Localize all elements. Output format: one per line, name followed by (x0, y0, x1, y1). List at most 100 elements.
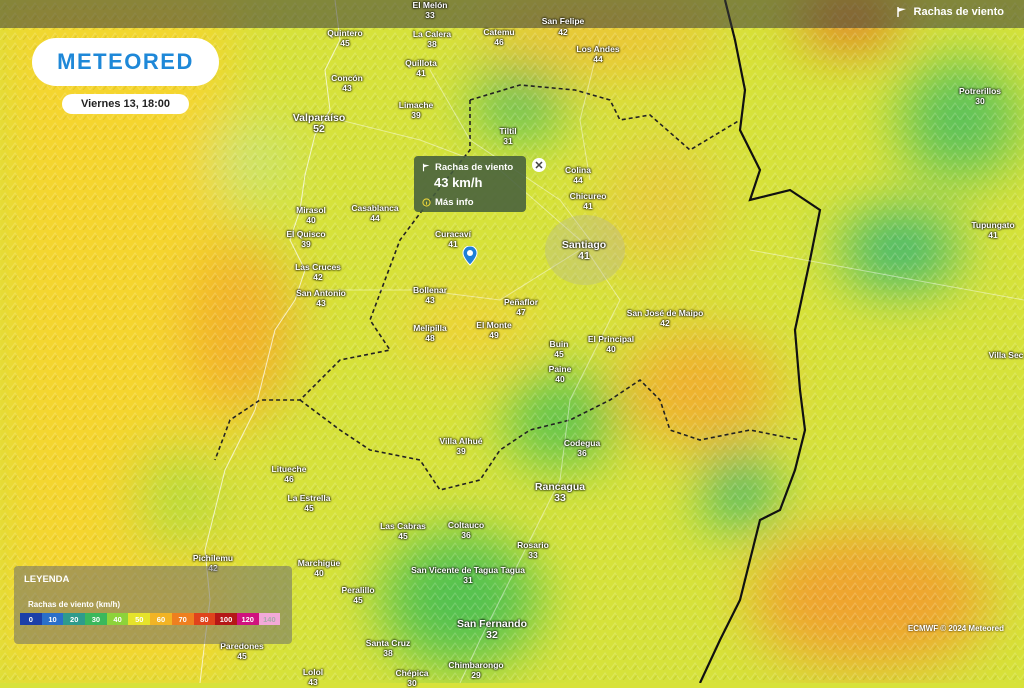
legend-scale-step: 140 (258, 613, 281, 625)
city-name: El Monte (476, 320, 512, 330)
city-name: Quintero (327, 28, 363, 38)
city-label[interactable]: Chépica 30 (395, 668, 428, 688)
city-name: La Calera (412, 29, 452, 39)
city-gust-value: 39 (411, 110, 421, 120)
city-gust-value: 45 (340, 38, 350, 48)
city-label[interactable]: Limache 39 (399, 100, 434, 120)
legend-scale-step: 50 (128, 613, 151, 625)
city-label[interactable]: Bollenar 43 (413, 285, 447, 305)
city-label[interactable]: Peralillo 45 (341, 585, 374, 605)
city-label[interactable]: Tupungato 41 (971, 220, 1014, 240)
city-label[interactable]: Melipilla 48 (413, 323, 447, 343)
city-label[interactable]: Concón 43 (331, 73, 363, 93)
city-label[interactable]: Chicureo 41 (570, 191, 607, 211)
city-label[interactable]: Lolol 43 (303, 667, 323, 687)
city-name: Chépica (395, 668, 429, 678)
city-gust-value: 43 (316, 298, 326, 308)
legend-scale-step: 80 (193, 613, 216, 625)
city-name: Curacaví (435, 229, 471, 239)
city-gust-value: 39 (456, 446, 466, 456)
city-name: Santa Cruz (365, 638, 411, 648)
city-label[interactable]: Las Cabras 45 (380, 521, 426, 541)
legend-color-scale: 0 10 20 30 40 50 60 70 80 100 120 140 (20, 613, 281, 625)
popup-value: 43 km/h (434, 175, 483, 190)
city-label[interactable]: Paredones 45 (220, 641, 263, 661)
city-label[interactable]: El Quisco 39 (286, 229, 325, 249)
city-label[interactable]: El Principal 40 (588, 334, 634, 354)
city-name: Litueche (271, 464, 307, 474)
city-label[interactable]: San Vicente de Tagua Tagua 31 (411, 565, 525, 585)
city-name: Codegua (563, 438, 601, 448)
city-label[interactable]: Catemu 46 (483, 27, 514, 47)
city-name: Marchigüe (297, 558, 341, 568)
layer-selector[interactable]: Rachas de viento (896, 6, 1004, 18)
city-name: Casablanca (351, 203, 399, 213)
city-label[interactable]: Potrerillos 30 (959, 86, 1001, 106)
city-name: Lolol (302, 667, 324, 677)
city-label[interactable]: La Estrella 45 (288, 493, 331, 513)
city-label[interactable]: Santiago 41 (562, 240, 606, 262)
city-label[interactable]: Villa Sec (989, 350, 1024, 360)
city-label[interactable]: Quintero 45 (327, 28, 362, 48)
city-label[interactable]: Buin 45 (550, 339, 569, 359)
city-label[interactable]: Quillota 41 (405, 58, 437, 78)
city-label[interactable]: 42 (558, 27, 567, 37)
city-label[interactable]: Las Cruces 42 (295, 262, 341, 282)
city-gust-value: 46 (494, 37, 504, 47)
city-label[interactable]: Casablanca 44 (351, 203, 398, 223)
info-icon (422, 198, 431, 207)
city-label[interactable]: Codegua 36 (564, 438, 600, 458)
city-gust-value: 30 (407, 678, 417, 688)
city-gust-value: 40 (606, 344, 616, 354)
city-name: Bollenar (412, 285, 448, 295)
city-name: Mirasol (296, 205, 326, 215)
city-name: Peralillo (341, 585, 375, 595)
legend-title: LEYENDA (24, 574, 70, 585)
city-label[interactable]: El Monte 49 (476, 320, 511, 340)
legend-scale-step: 40 (106, 613, 129, 625)
city-label[interactable]: Los Andes 44 (576, 44, 619, 64)
legend-scale-step: 60 (150, 613, 172, 625)
city-label[interactable]: San Antonio 43 (296, 288, 346, 308)
city-name: Quillota (405, 58, 437, 68)
city-label[interactable]: La Calera 38 (413, 29, 451, 49)
legend-panel: LEYENDA Rachas de viento (km/h) 0 10 20 30 4… (14, 566, 292, 644)
location-marker-icon[interactable] (462, 246, 478, 266)
legend-scale-step: 120 (236, 613, 259, 625)
city-gust-value: 40 (555, 374, 565, 384)
city-label[interactable]: Colina 44 (565, 165, 591, 185)
city-label[interactable]: Chimbarongo 29 (448, 660, 503, 680)
city-label[interactable]: Tiltil 31 (499, 126, 516, 146)
city-label[interactable]: Villa Alhué 39 (440, 436, 483, 456)
city-label[interactable]: Peñaflor 47 (504, 297, 538, 317)
city-label[interactable]: Rosario 33 (517, 540, 549, 560)
legend-scale-step: 10 (41, 613, 64, 625)
city-gust-value: 43 (308, 677, 318, 687)
city-label[interactable]: San José de Maipo 42 (627, 308, 704, 328)
date-time-selector[interactable]: Viernes 13, 18:00 (62, 94, 189, 114)
city-label[interactable]: Valparaíso 52 (293, 113, 346, 135)
city-gust-value: 36 (577, 448, 587, 458)
city-label[interactable]: Paine 40 (549, 364, 572, 384)
city-label[interactable]: El Melón 33 (413, 0, 448, 20)
popup-title: Rachas de viento (422, 162, 513, 173)
city-label[interactable]: Coltauco 36 (448, 520, 484, 540)
city-name: San Felipe (541, 16, 585, 26)
meteored-logo[interactable]: METEORED (32, 38, 219, 86)
city-label[interactable]: Litueche 46 (272, 464, 307, 484)
city-name: Villa Sec (988, 350, 1024, 360)
city-name: Chicureo (569, 191, 607, 201)
city-name: Tupungato (971, 220, 1015, 230)
layer-label: Rachas de viento (913, 6, 1004, 18)
credit-text: ECMWF © 2024 Meteored (907, 624, 1004, 633)
city-label[interactable]: Marchigüe 40 (298, 558, 341, 578)
city-label[interactable]: Mirasol 40 (296, 205, 326, 225)
city-gust-value: 41 (416, 68, 426, 78)
city-gust-value: 31 (463, 575, 473, 585)
more-info-link[interactable]: Más info (422, 197, 474, 208)
close-popup-button[interactable]: ✕ (532, 158, 546, 172)
city-label[interactable]: San Fernando 32 (457, 619, 527, 641)
city-label[interactable]: Rancagua 33 (535, 482, 585, 504)
city-label[interactable]: San Felipe (542, 16, 585, 26)
city-label[interactable]: Santa Cruz 38 (366, 638, 410, 658)
